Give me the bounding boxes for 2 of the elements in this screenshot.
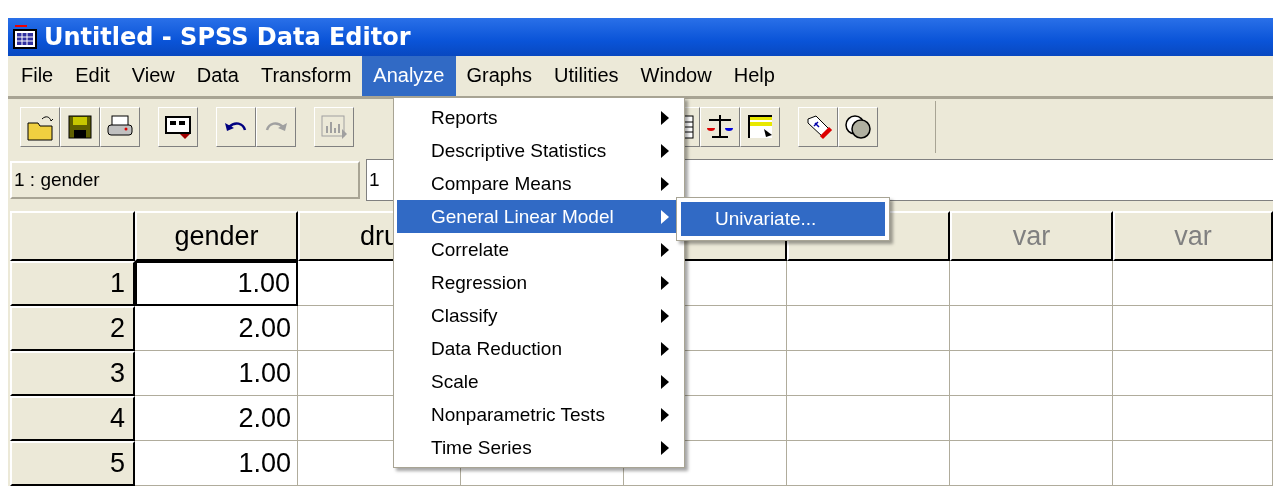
window-title: Untitled - SPSS Data Editor bbox=[44, 22, 411, 51]
cell-name-field: 1 : gender bbox=[10, 161, 360, 200]
